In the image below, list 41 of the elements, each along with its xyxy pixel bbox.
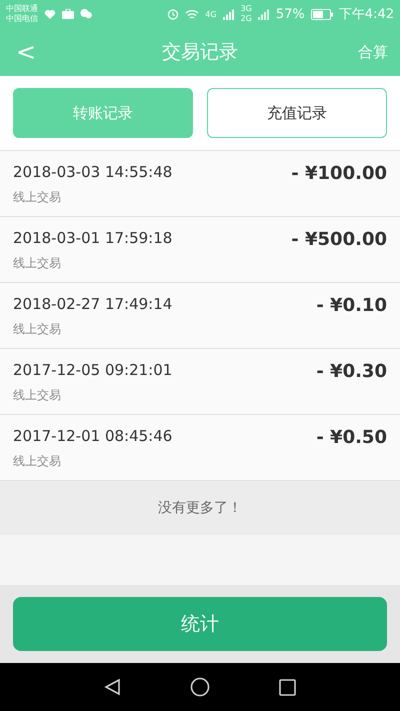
briefcase-icon xyxy=(62,9,74,19)
record-type: 线上交易 xyxy=(13,189,62,206)
battery-icon xyxy=(310,8,333,20)
record-type: 线上交易 xyxy=(13,321,62,338)
record-amount: - ¥0.10 xyxy=(316,295,387,318)
clock: 下午4:42 xyxy=(338,6,394,23)
network-label: 4G xyxy=(205,10,217,18)
record-time: 2018-03-01 17:59:18 xyxy=(13,229,172,247)
record-amount: - ¥100.00 xyxy=(291,163,387,186)
record-amount: - ¥500.00 xyxy=(291,229,387,252)
tab[interactable]: 充值记录 xyxy=(207,88,387,138)
record-row[interactable]: 2018-03-01 17:59:18 线上交易 - ¥500.00 xyxy=(0,217,400,283)
chat-icon xyxy=(80,9,92,19)
carrier-name: 中国电信 xyxy=(6,14,38,24)
record-type: 线上交易 xyxy=(13,453,62,470)
record-time: 2017-12-01 08:45:46 xyxy=(13,427,172,445)
record-type: 线上交易 xyxy=(13,387,62,404)
signal-icon xyxy=(258,8,270,20)
network-label: 2G xyxy=(240,14,252,24)
record-type: 线上交易 xyxy=(13,255,62,272)
network-label: 3G xyxy=(240,4,252,14)
record-amount: - ¥0.50 xyxy=(316,427,387,450)
record-row[interactable]: 2017-12-05 09:21:01 线上交易 - ¥0.30 xyxy=(0,349,400,415)
signal-icon xyxy=(222,8,235,20)
record-time: 2018-03-03 14:55:48 xyxy=(13,163,172,181)
record-row[interactable]: 2017-12-01 08:45:46 线上交易 - ¥0.50 xyxy=(0,415,400,481)
recents-icon[interactable] xyxy=(278,678,296,696)
end-note: 没有更多了！ xyxy=(158,499,242,517)
wifi-icon xyxy=(185,8,200,20)
battery-percent: 57% xyxy=(276,6,305,22)
home-icon[interactable] xyxy=(190,677,210,697)
record-row[interactable]: 2018-02-27 17:49:14 线上交易 - ¥0.10 xyxy=(0,283,400,349)
record-time: 2017-12-05 09:21:01 xyxy=(13,361,172,379)
back-icon[interactable] xyxy=(104,678,122,696)
carrier-name: 中国联通 xyxy=(6,4,38,14)
record-time: 2018-02-27 17:49:14 xyxy=(13,295,172,313)
page-title: 交易记录 xyxy=(162,40,238,65)
record-amount: - ¥0.30 xyxy=(316,361,387,384)
alarm-icon xyxy=(167,8,180,20)
heart-icon xyxy=(44,8,56,20)
record-row[interactable]: 2018-03-03 14:55:48 线上交易 - ¥100.00 xyxy=(0,151,400,217)
